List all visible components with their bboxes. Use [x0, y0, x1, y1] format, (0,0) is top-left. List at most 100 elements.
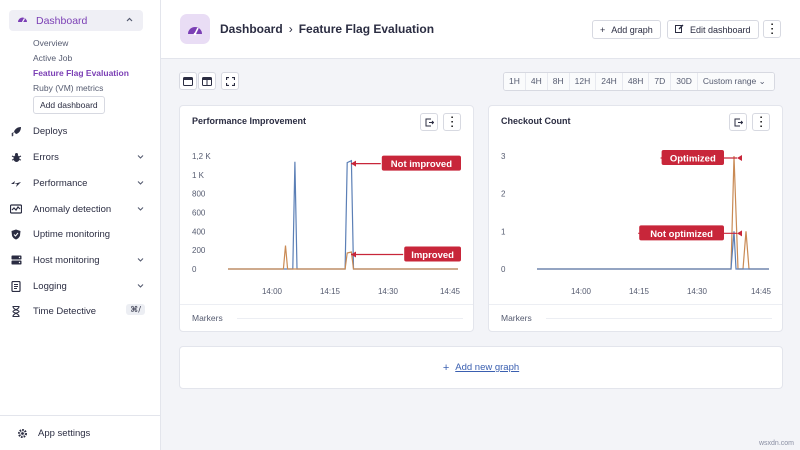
- annotation-arrowhead: [737, 155, 742, 161]
- time-range-selector: 1H 4H 8H 12H 24H 48H 7D 30D Custom range…: [503, 72, 775, 91]
- page-title: Feature Flag Evaluation: [298, 22, 435, 36]
- speed-icon: [9, 178, 23, 189]
- time-range-24h[interactable]: 24H: [596, 73, 623, 90]
- x-tick-label: 14:15: [320, 287, 341, 296]
- rocket-icon: [9, 126, 23, 137]
- y-tick-label: 0: [501, 265, 506, 274]
- top-bar: Dashboard › Feature Flag Evaluation + Ad…: [161, 0, 800, 59]
- markers-label: Markers: [501, 313, 532, 323]
- x-tick-label: 14:15: [629, 287, 650, 296]
- chevron-down-icon[interactable]: [136, 152, 145, 164]
- y-tick-label: 0: [192, 265, 197, 274]
- breadcrumb-root[interactable]: Dashboard: [220, 22, 283, 36]
- shortcut-badge: ⌘/: [126, 304, 145, 315]
- time-range-48h[interactable]: 48H: [622, 73, 650, 90]
- y-tick-label: 2: [501, 190, 506, 199]
- breadcrumb-separator: ›: [288, 22, 293, 36]
- export-icon: [425, 115, 434, 130]
- x-tick-label: 14:30: [378, 287, 399, 296]
- markers-line: [545, 317, 772, 319]
- time-range-30d[interactable]: 30D: [671, 73, 698, 90]
- dashboard-badge-icon: [180, 14, 210, 44]
- subnav-overview[interactable]: Overview: [33, 38, 68, 48]
- y-tick-label: 600: [192, 209, 206, 218]
- annotation-label: Improved: [411, 250, 454, 261]
- edit-dashboard-button[interactable]: Edit dashboard: [667, 20, 759, 39]
- export-icon: [734, 115, 743, 130]
- time-range-custom[interactable]: Custom range ⌄: [697, 73, 774, 90]
- graph-panel-performance: Performance Improvement ⋮ 0 200 400 600 800 1…: [179, 105, 474, 332]
- add-graph-label: Add graph: [611, 24, 653, 35]
- layout-two-column-button[interactable]: [198, 72, 216, 90]
- markers-row: Markers: [180, 304, 473, 331]
- subnav-ruby-vm-metrics[interactable]: Ruby (VM) metrics: [33, 83, 103, 93]
- shield-icon: [9, 229, 23, 240]
- sidebar-item-logging[interactable]: Logging: [9, 277, 149, 295]
- x-tick-label: 14:30: [687, 287, 708, 296]
- panel-title: Checkout Count: [501, 116, 571, 126]
- sidebar-item-label: Anomaly detection: [33, 203, 112, 215]
- sidebar-item-deploys[interactable]: Deploys: [9, 122, 149, 140]
- y-tick-label: 400: [192, 227, 206, 236]
- sidebar-item-label: Deploys: [33, 125, 68, 137]
- time-range-12h[interactable]: 12H: [569, 73, 597, 90]
- time-range-7d[interactable]: 7D: [649, 73, 672, 90]
- time-range-1h[interactable]: 1H: [504, 73, 526, 90]
- markers-line: [236, 317, 463, 319]
- sidebar-item-errors[interactable]: Errors: [9, 148, 149, 166]
- sidebar-item-time-detective[interactable]: Time Detective ⌘/: [9, 302, 149, 320]
- app-settings-link[interactable]: App settings: [0, 415, 161, 450]
- sidebar-item-label: Performance: [33, 177, 88, 189]
- y-tick-label: 1,2 K: [192, 152, 211, 161]
- y-tick-label: 1: [501, 227, 506, 236]
- performance-chart: 0 200 400 600 800 1 K 1,2 K 14:00 14:15 14:30 14:4…: [192, 152, 461, 296]
- sidebar-item-label: Uptime monitoring: [33, 228, 111, 240]
- panel-more-button[interactable]: ⋮: [443, 113, 461, 131]
- logs-icon: [9, 280, 23, 292]
- chevron-down-icon[interactable]: [136, 255, 145, 267]
- annotation-label: Not optimized: [650, 229, 713, 240]
- chevron-down-icon[interactable]: [136, 178, 145, 190]
- panel-title: Performance Improvement: [192, 116, 307, 126]
- fullscreen-icon: [225, 74, 235, 89]
- subnav-feature-flag-evaluation[interactable]: Feature Flag Evaluation: [33, 68, 129, 78]
- annotation-label: Not improved: [391, 159, 452, 170]
- pencil-icon: [675, 24, 684, 35]
- layout-one-column-button[interactable]: [179, 72, 197, 90]
- time-range-4h[interactable]: 4H: [525, 73, 548, 90]
- server-icon: [9, 255, 23, 265]
- export-graph-button[interactable]: [729, 113, 747, 131]
- chevron-down-icon[interactable]: [136, 204, 145, 216]
- sidebar-item-dashboard[interactable]: Dashboard: [9, 10, 143, 31]
- sidebar-item-anomaly-detection[interactable]: Anomaly detection: [9, 200, 149, 218]
- panel-more-button[interactable]: ⋮: [752, 113, 770, 131]
- add-graph-button[interactable]: + Add graph: [592, 20, 661, 39]
- watermark: wsxdn.com: [758, 440, 794, 447]
- time-range-8h[interactable]: 8H: [547, 73, 570, 90]
- more-icon: ⋮: [754, 114, 768, 129]
- export-graph-button[interactable]: [420, 113, 438, 131]
- add-dashboard-button[interactable]: Add dashboard: [33, 96, 105, 114]
- subnav-active-job[interactable]: Active Job: [33, 53, 72, 63]
- sidebar-item-uptime-monitoring[interactable]: Uptime monitoring: [9, 225, 149, 243]
- x-tick-label: 14:00: [571, 287, 592, 296]
- chevron-up-icon[interactable]: [125, 15, 134, 27]
- bug-icon: [9, 152, 23, 163]
- dashboard-icon: [17, 14, 28, 27]
- sidebar-item-label: Errors: [33, 151, 59, 163]
- chevron-down-icon[interactable]: [136, 281, 145, 293]
- series-line: [537, 155, 769, 270]
- fullscreen-button[interactable]: [221, 72, 239, 90]
- x-tick-label: 14:00: [262, 287, 283, 296]
- sidebar-item-host-monitoring[interactable]: Host monitoring: [9, 251, 149, 269]
- sidebar-item-performance[interactable]: Performance: [9, 174, 149, 192]
- add-new-graph-link[interactable]: Add new graph: [455, 362, 519, 373]
- anomaly-icon: [9, 204, 23, 214]
- layout-single-icon: [183, 74, 193, 89]
- sidebar-item-label: Time Detective: [33, 305, 96, 317]
- annotation-label: Optimized: [670, 154, 716, 165]
- more-menu-button[interactable]: ⋮: [763, 20, 781, 38]
- y-tick-label: 3: [501, 152, 506, 161]
- checkout-chart: 0 1 2 3 14:00 14:15 14:30 14:45 Optimized Not opt…: [501, 150, 772, 296]
- add-new-graph-area[interactable]: + Add new graph: [179, 346, 783, 389]
